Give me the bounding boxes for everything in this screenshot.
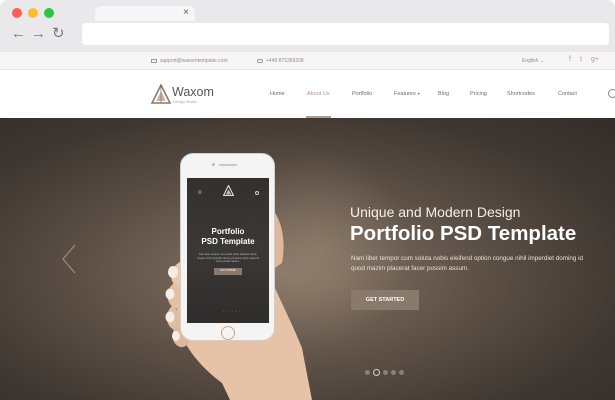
- nav-blog[interactable]: Blog: [438, 91, 449, 97]
- get-started-button[interactable]: GET STARTED: [351, 290, 419, 310]
- nav-features[interactable]: Features ▾: [394, 91, 420, 97]
- language-selector[interactable]: English ⌄: [522, 58, 544, 64]
- hero-heading: Portfolio PSD Template: [350, 222, 577, 245]
- phone-search-icon: [255, 191, 259, 195]
- phone-screen: ≡ Portfolio PSD Template Nam liber tempo…: [187, 178, 269, 323]
- reload-icon[interactable]: ↻: [52, 25, 65, 43]
- phone-text: Nam liber tempor cum soluta nobis eleife…: [197, 253, 259, 264]
- phone-title-line-1: Portfolio: [211, 227, 245, 236]
- language-label: English: [522, 58, 539, 64]
- envelope-icon: [151, 58, 157, 63]
- slider-dot-5[interactable]: [399, 370, 404, 375]
- phone-home-button: [221, 326, 235, 340]
- caret-down-icon: ▾: [417, 91, 420, 96]
- nav-features-label: Features: [394, 91, 416, 97]
- nav-shortcodes[interactable]: Shortcodes: [507, 91, 535, 97]
- phone-title-line-2: PSD Template: [201, 237, 255, 246]
- phone-speaker: [219, 164, 237, 166]
- phone-icon: [257, 58, 263, 63]
- phone-mockup: ≡ Portfolio PSD Template Nam liber tempo…: [180, 153, 275, 341]
- forward-arrow-icon[interactable]: →: [31, 25, 46, 43]
- slider-dot-2[interactable]: [373, 369, 380, 376]
- address-bar[interactable]: [82, 23, 609, 45]
- browser-chrome: × ← → ↻: [0, 0, 615, 52]
- nav-pricing[interactable]: Pricing: [470, 91, 487, 97]
- logo-tagline: Design Studio: [173, 100, 197, 104]
- tab-close-icon[interactable]: ×: [183, 7, 189, 19]
- nav-contact[interactable]: Contact: [558, 91, 577, 97]
- slider-dot-3[interactable]: [383, 370, 388, 375]
- google-plus-icon[interactable]: g+: [591, 56, 599, 63]
- facebook-icon[interactable]: f: [569, 56, 571, 63]
- chevron-down-icon: ⌄: [539, 58, 544, 64]
- email-text: support@waxomtemplate.com: [160, 58, 228, 64]
- logo-name[interactable]: Waxom: [172, 85, 214, 99]
- logo-mark-icon[interactable]: [151, 84, 171, 104]
- close-window-button[interactable]: [12, 8, 22, 18]
- phone-camera: [212, 163, 215, 166]
- contact-email[interactable]: support@waxomtemplate.com: [151, 58, 228, 64]
- maximize-window-button[interactable]: [44, 8, 54, 18]
- phone-text: +440 875369208: [266, 58, 304, 64]
- nav-about-us[interactable]: About Us: [307, 91, 330, 97]
- slider-prev-arrow-icon[interactable]: [62, 244, 76, 274]
- hero-subheading: Unique and Modern Design: [350, 204, 521, 220]
- site-header: Waxom Design Studio Home About Us Portfo…: [0, 70, 615, 118]
- hero-paragraph: Nam liber tempor cum soluta nobis eleife…: [351, 255, 584, 272]
- top-info-bar: support@waxomtemplate.com +440 875369208…: [0, 52, 615, 70]
- contact-phone[interactable]: +440 875369208: [257, 58, 304, 64]
- phone-cta-button: GET STARTED: [214, 268, 242, 275]
- slider-dot-1[interactable]: [365, 370, 370, 375]
- back-arrow-icon[interactable]: ←: [11, 25, 26, 43]
- nav-portfolio[interactable]: Portfolio: [352, 91, 372, 97]
- hamburger-menu-icon: ≡: [198, 190, 202, 196]
- search-icon[interactable]: [608, 89, 615, 98]
- phone-logo-icon: [223, 185, 234, 196]
- minimize-window-button[interactable]: [28, 8, 38, 18]
- browser-tab[interactable]: ×: [95, 6, 195, 21]
- twitter-icon[interactable]: t: [580, 56, 582, 63]
- slider-dot-4[interactable]: [391, 370, 396, 375]
- nav-home[interactable]: Home: [270, 91, 285, 97]
- hero-slider: ≡ Portfolio PSD Template Nam liber tempo…: [0, 118, 615, 400]
- phone-title: Portfolio PSD Template: [187, 227, 269, 247]
- phone-slider-dots: • ○ • • •: [223, 309, 242, 313]
